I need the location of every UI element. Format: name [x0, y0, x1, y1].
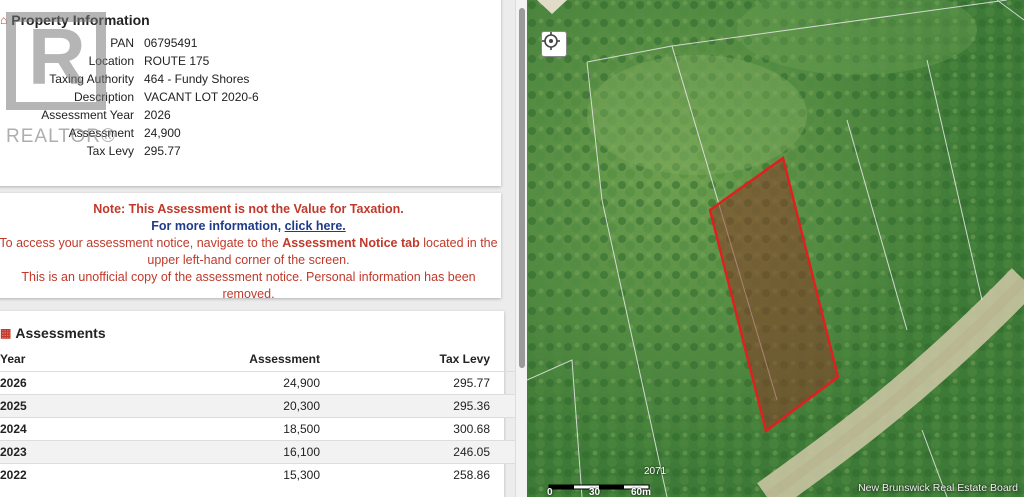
row-year: 2023	[0, 445, 27, 459]
col-assessment: Assessment	[249, 352, 320, 366]
row-assessment: 15,300	[283, 468, 320, 482]
notice-text: Note: This Assessment is not the Value f…	[0, 201, 501, 303]
row-year: 2026	[0, 376, 27, 390]
row-tax-levy: 295.36	[453, 399, 490, 413]
recenter-icon	[542, 32, 560, 50]
notice-instructions: To access your assessment notice, naviga…	[0, 235, 501, 252]
assessments-table: Year Assessment Tax Levy 2026 24,900 295.7…	[0, 347, 515, 486]
more-info-prefix: For more information,	[151, 219, 285, 233]
map-imagery	[527, 0, 1024, 497]
notice-warning: Note: This Assessment is not the Value f…	[93, 202, 404, 216]
notice-disclaimer: This is an unofficial copy of the assess…	[21, 270, 476, 301]
realtor-logo-text: REALTOR®	[6, 126, 116, 147]
building-icon: ▦	[0, 326, 12, 340]
instructions-prefix: To access your assessment notice, naviga…	[0, 236, 283, 250]
row-assessment: 24,900	[283, 376, 320, 390]
row-year: 2025	[0, 399, 27, 413]
scrollbar-thumb[interactable]	[519, 8, 525, 368]
map-credit: New Brunswick Real Estate Board	[858, 482, 1018, 494]
col-tax-levy: Tax Levy	[439, 352, 490, 366]
assessments-header: ▦ Assessments	[0, 325, 106, 341]
parcel-map[interactable]: 2071 0 30 60m New Brunswick Real Estate …	[527, 0, 1024, 497]
scale-label-0: 0	[547, 487, 553, 497]
row-year: 2024	[0, 422, 27, 436]
row-assessment: 16,100	[283, 445, 320, 459]
instructions-suffix: located in the	[419, 236, 498, 250]
row-year: 2022	[0, 468, 27, 482]
property-panel: ⌂ Property Information PAN 06795491 Locat…	[0, 0, 515, 497]
field-value: 2026	[144, 108, 171, 122]
recenter-button[interactable]	[541, 31, 567, 57]
row-assessment: 18,500	[283, 422, 320, 436]
row-tax-levy: 295.77	[453, 376, 490, 390]
row-tax-levy: 300.68	[453, 422, 490, 436]
assessments-card: ▦ Assessments Year Assessment Tax Levy 2…	[0, 311, 515, 497]
row-assessment: 20,300	[283, 399, 320, 413]
table-row: 2022 15,300 258.86	[0, 463, 515, 486]
notice-more-info: For more information, click here.	[0, 218, 501, 235]
row-tax-levy: 246.05	[453, 445, 490, 459]
scale-label-30: 30	[589, 487, 601, 497]
table-row: 2026 24,900 295.77	[0, 371, 515, 394]
field-value: 295.77	[144, 144, 181, 158]
field-value: 06795491	[144, 36, 198, 50]
table-row: 2025 20,300 295.36	[0, 394, 515, 417]
row-tax-levy: 258.86	[453, 468, 490, 482]
table-row: 2024 18,500 300.68	[0, 417, 515, 440]
parcel-number-label: 2071	[644, 466, 667, 477]
scale-label-60: 60m	[631, 487, 652, 497]
assessment-notice-tab-text: Assessment Notice tab	[282, 236, 420, 250]
field-value: ROUTE 175	[144, 54, 210, 68]
field-value: 24,900	[144, 126, 181, 140]
table-header: Year Assessment Tax Levy	[0, 347, 515, 371]
assessments-title: Assessments	[15, 325, 106, 341]
assessment-notice-card: Note: This Assessment is not the Value f…	[0, 193, 501, 301]
realtor-logo-r: R	[28, 12, 86, 101]
col-year: Year	[0, 352, 26, 366]
click-here-link[interactable]: click here.	[285, 219, 346, 233]
field-value: VACANT LOT 2020-6	[144, 90, 259, 104]
table-row: 2023 16,100 246.05	[0, 440, 515, 463]
panel-scrollbar[interactable]	[515, 0, 527, 497]
field-value: 464 - Fundy Shores	[144, 72, 250, 86]
notice-instructions-cont: upper left-hand corner of the screen.	[147, 253, 350, 267]
